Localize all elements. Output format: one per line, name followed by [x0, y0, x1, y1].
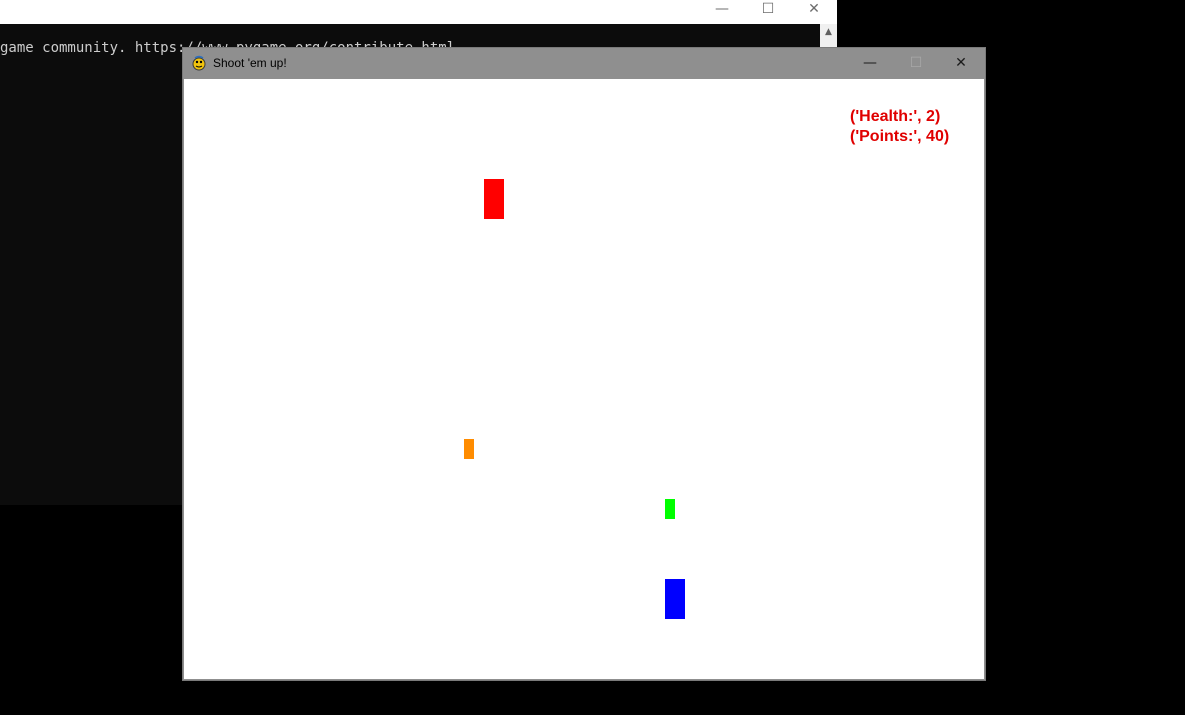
scroll-up-arrow-icon[interactable]: ▲	[820, 24, 837, 41]
player-ship	[665, 579, 685, 619]
points-readout: ('Points:', 40)	[850, 128, 950, 145]
enemy-bullet	[464, 439, 474, 459]
console-minimize-button[interactable]: —	[699, 0, 745, 18]
pygame-snake-icon	[192, 55, 206, 71]
game-window[interactable]: Shoot 'em up! — ☐ ✕ ('Health:', 2) ('Poi…	[183, 48, 985, 680]
console-close-button[interactable]: ✕	[791, 0, 837, 18]
hud: ('Health:', 2) ('Points:', 40)	[850, 107, 949, 147]
console-titlebar[interactable]: — ☐ ✕	[0, 0, 837, 24]
console-maximize-button[interactable]: ☐	[745, 0, 791, 18]
game-canvas[interactable]: ('Health:', 2) ('Points:', 40)	[184, 79, 984, 679]
enemy-ship	[484, 179, 504, 219]
game-minimize-button[interactable]: —	[847, 48, 893, 79]
game-close-button[interactable]: ✕	[938, 48, 984, 79]
health-readout: ('Health:', 2)	[850, 108, 941, 125]
window-title: Shoot 'em up!	[213, 56, 287, 70]
player-bullet	[665, 499, 675, 519]
game-maximize-button[interactable]: ☐	[893, 48, 939, 79]
game-titlebar[interactable]: Shoot 'em up! — ☐ ✕	[183, 48, 985, 79]
